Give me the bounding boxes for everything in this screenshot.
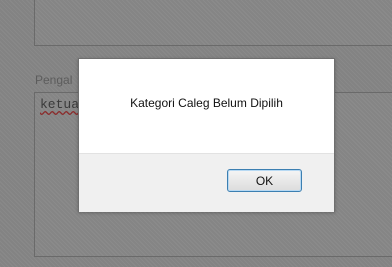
dialog-body: Kategori Caleg Belum Dipilih xyxy=(79,59,334,153)
dialog-message: Kategori Caleg Belum Dipilih xyxy=(130,96,283,110)
upper-textarea xyxy=(34,0,392,46)
alert-dialog: Kategori Caleg Belum Dipilih OK xyxy=(78,58,335,212)
ok-button[interactable]: OK xyxy=(227,169,302,192)
dialog-footer: OK xyxy=(79,153,334,212)
field-label: Pengal xyxy=(35,73,73,87)
textarea-value: ketua xyxy=(40,97,80,112)
page-backdrop: Pengal ketua Kategori Caleg Belum Dipili… xyxy=(0,0,392,267)
